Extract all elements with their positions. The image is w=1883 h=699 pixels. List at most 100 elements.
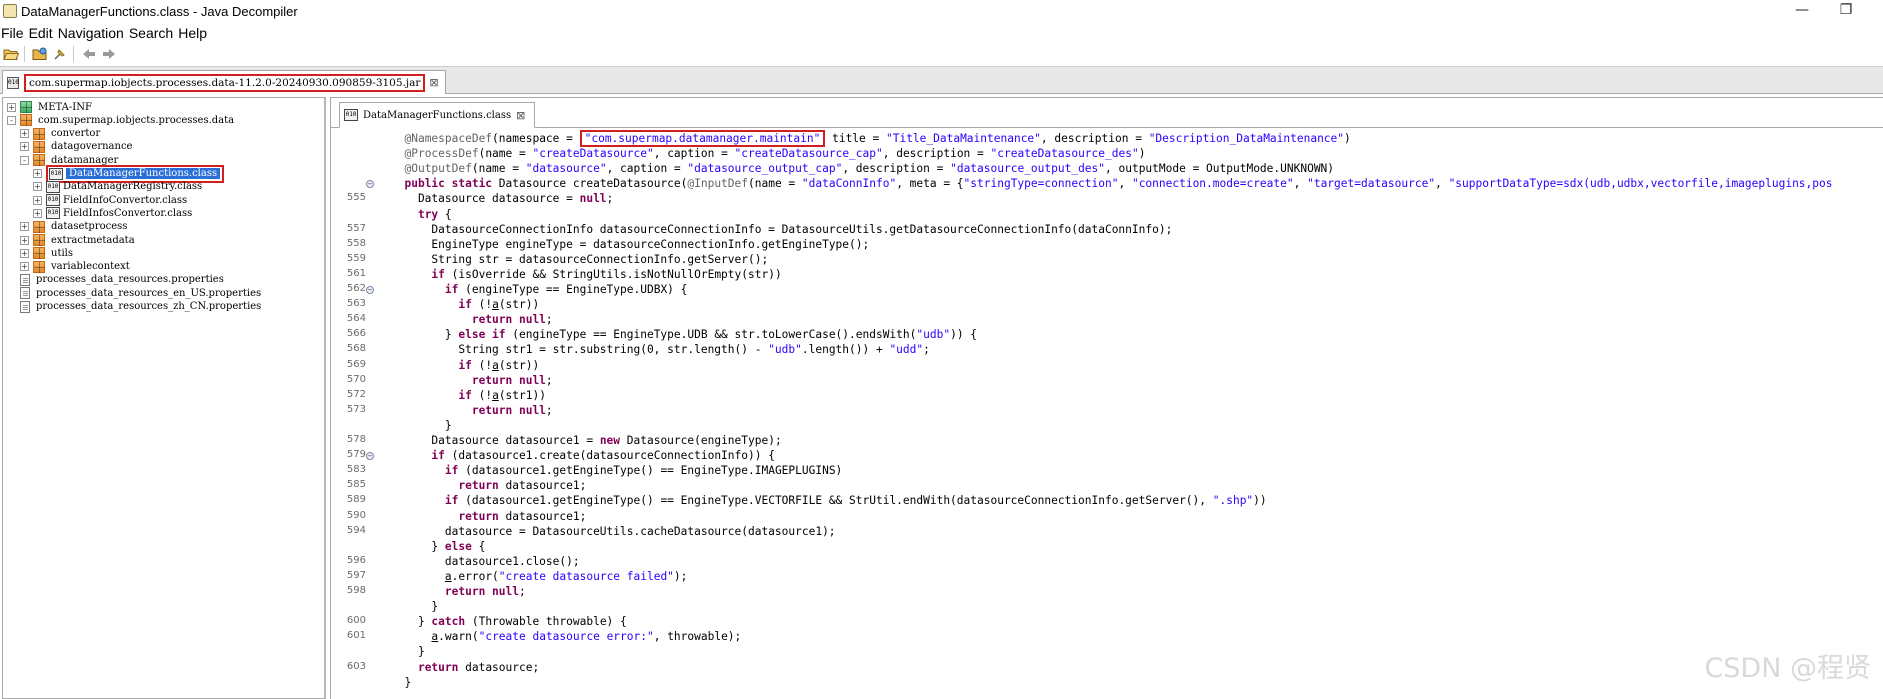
code-line: } [391,599,438,614]
code-line: } [391,418,452,433]
package-icon [33,260,45,273]
fold-toggle-icon[interactable]: − [366,452,374,461]
code-line: return null; [391,403,553,418]
class-file-icon: 010 [46,194,60,207]
package-icon [20,101,32,113]
expand-icon[interactable]: + [7,102,16,112]
code-area[interactable]: @NamespaceDef(namespace = "com.supermap.… [391,130,1883,699]
open-folder-icon[interactable] [2,45,20,63]
code-token: datasource1; [498,479,587,493]
toolbar-separator [24,46,25,62]
code-token: "udb" [916,328,951,342]
back-arrow-icon[interactable] [80,45,98,63]
tree-item-label: META-INF [38,101,92,113]
code-token: "supportDataType=sdx(udb,udbx,vectorfile… [1448,177,1833,191]
code-token: return [417,660,459,674]
menu-search[interactable]: Search [129,25,178,41]
pin-icon[interactable] [51,45,69,63]
code-token: } [391,645,425,659]
code-token: ) [1138,147,1146,161]
package-icon [20,114,32,127]
code-token: ; [606,192,614,206]
code-token: , outputMode = OutputMode.UNKNOWN) [1105,162,1335,176]
expand-icon[interactable]: + [20,248,29,258]
code-line: if (!a(str)) [391,358,539,373]
code-token: { [471,539,486,553]
minimize-button[interactable]: — [1782,0,1822,22]
line-number: 601 [346,630,366,642]
code-token: if [444,464,459,478]
code-line: if (engineType == EngineType.UDBX) { [391,282,688,297]
menu-navigation[interactable]: Navigation [58,25,129,41]
code-token: "datasource" [525,162,607,176]
collapse-icon[interactable]: - [20,155,29,165]
editor-panel: 010 DataManagerFunctions.class ⊠ −555 557… [330,97,1883,699]
code-token: } [391,600,439,614]
code-token: ".shp" [1212,494,1254,508]
close-icon[interactable]: ⊠ [516,109,525,122]
open-file-icon[interactable] [31,45,49,63]
jar-tab[interactable]: 010 com.supermap.iobjects.processes.data… [2,70,446,94]
tree-file-item[interactable]: processes_data_resources_zh_CN.propertie… [7,299,261,315]
code-token: (str)) [498,298,540,312]
code-token: ; [923,343,930,357]
code-token: if [444,494,459,508]
code-token: public static [404,177,493,191]
collapse-icon[interactable]: - [7,115,16,125]
code-token: } [391,328,459,342]
code-token: , description = [1040,132,1149,145]
editor-tab[interactable]: 010 DataManagerFunctions.class ⊠ [339,102,535,128]
expand-icon[interactable]: + [33,182,42,192]
code-token: if [444,283,459,296]
fold-toggle-icon[interactable]: − [366,286,374,294]
restore-button[interactable]: ❐ [1826,0,1866,22]
menu-edit[interactable]: Edit [29,25,58,41]
line-number: 564 [346,313,366,325]
line-number: 578 [346,434,366,445]
line-number: 570 [346,373,366,385]
expand-icon[interactable]: + [33,195,42,205]
line-number: 585 [346,479,366,491]
class-file-icon: 010 [46,207,60,220]
code-token: a [444,569,452,583]
code-token: return null [444,585,519,598]
expand-icon[interactable]: + [20,129,29,139]
package-icon [33,154,45,167]
line-number: 569 [346,358,366,370]
forward-arrow-icon[interactable] [100,45,118,63]
expand-icon[interactable]: + [20,142,29,152]
code-token: datasource1.close(); [391,554,580,568]
code-token: a [492,388,499,402]
code-token: , caption = [653,147,735,161]
package-icon [33,127,45,140]
code-token: "Description_DataMaintenance" [1148,132,1345,145]
expand-icon[interactable]: + [33,169,42,178]
expand-icon[interactable]: + [20,235,29,245]
expand-icon[interactable]: + [20,222,29,232]
code-token: (str1)) [498,388,546,402]
code-token: , [1293,177,1308,191]
code-token: .warn( [438,630,479,644]
tree-item-label: FieldInfosConvertor.class [63,207,193,219]
line-number: 566 [346,328,366,340]
expand-icon[interactable]: + [20,262,29,272]
code-token: )) [1253,494,1267,508]
code-line: if (!a(str1)) [391,388,546,403]
package-icon [33,234,45,246]
properties-file-icon [20,300,30,313]
fold-toggle-icon[interactable]: − [366,180,374,189]
code-token: new [599,434,621,447]
code-token: String str1 = str.substring(0, str.lengt… [391,343,769,357]
menu-help[interactable]: Help [178,25,212,41]
menu-file[interactable]: File [0,25,29,41]
java-decompiler-window: DataManagerFunctions.class - Java Decomp… [0,0,1883,699]
tree-item-label: datasetprocess [51,221,128,233]
code-token: ); [673,569,688,583]
expand-icon[interactable]: + [33,208,42,218]
close-icon[interactable]: ⊠ [429,76,438,89]
properties-file-icon [20,273,30,286]
